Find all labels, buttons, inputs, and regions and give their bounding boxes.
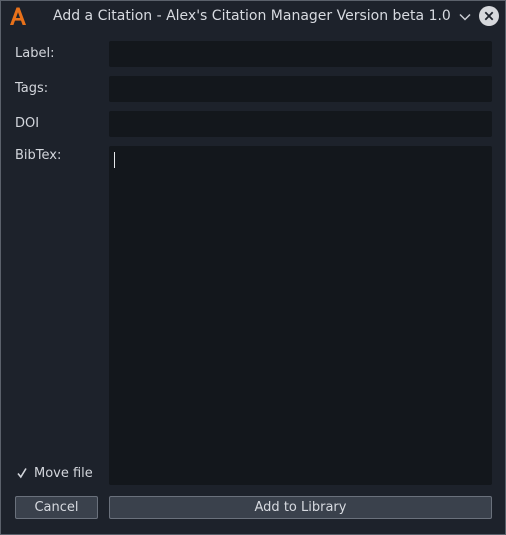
bibtex-field-label: BibTex: xyxy=(15,148,62,163)
tags-field-label: Tags: xyxy=(15,81,49,96)
bibtex-textarea[interactable] xyxy=(109,146,492,485)
doi-field-label: DOI xyxy=(15,116,40,131)
add-citation-dialog: Add a Citation - Alex's Citation Manager… xyxy=(0,0,506,535)
chevron-down-icon[interactable] xyxy=(457,10,473,24)
label-input[interactable] xyxy=(109,41,492,67)
close-button[interactable] xyxy=(479,6,499,26)
doi-input[interactable] xyxy=(109,111,492,137)
title-bar[interactable]: Add a Citation - Alex's Citation Manager… xyxy=(1,1,505,32)
tags-input[interactable] xyxy=(109,76,492,102)
checkmark-icon xyxy=(17,468,27,479)
add-to-library-button[interactable]: Add to Library xyxy=(109,496,492,519)
text-cursor xyxy=(114,152,115,168)
window-title: Add a Citation - Alex's Citation Manager… xyxy=(53,8,451,24)
close-icon xyxy=(484,11,494,21)
label-field-label: Label: xyxy=(15,46,55,61)
move-file-checkbox[interactable]: Move file xyxy=(17,464,93,482)
app-logo-icon xyxy=(10,7,26,25)
cancel-button[interactable]: Cancel xyxy=(15,496,98,519)
move-file-label: Move file xyxy=(34,465,93,481)
